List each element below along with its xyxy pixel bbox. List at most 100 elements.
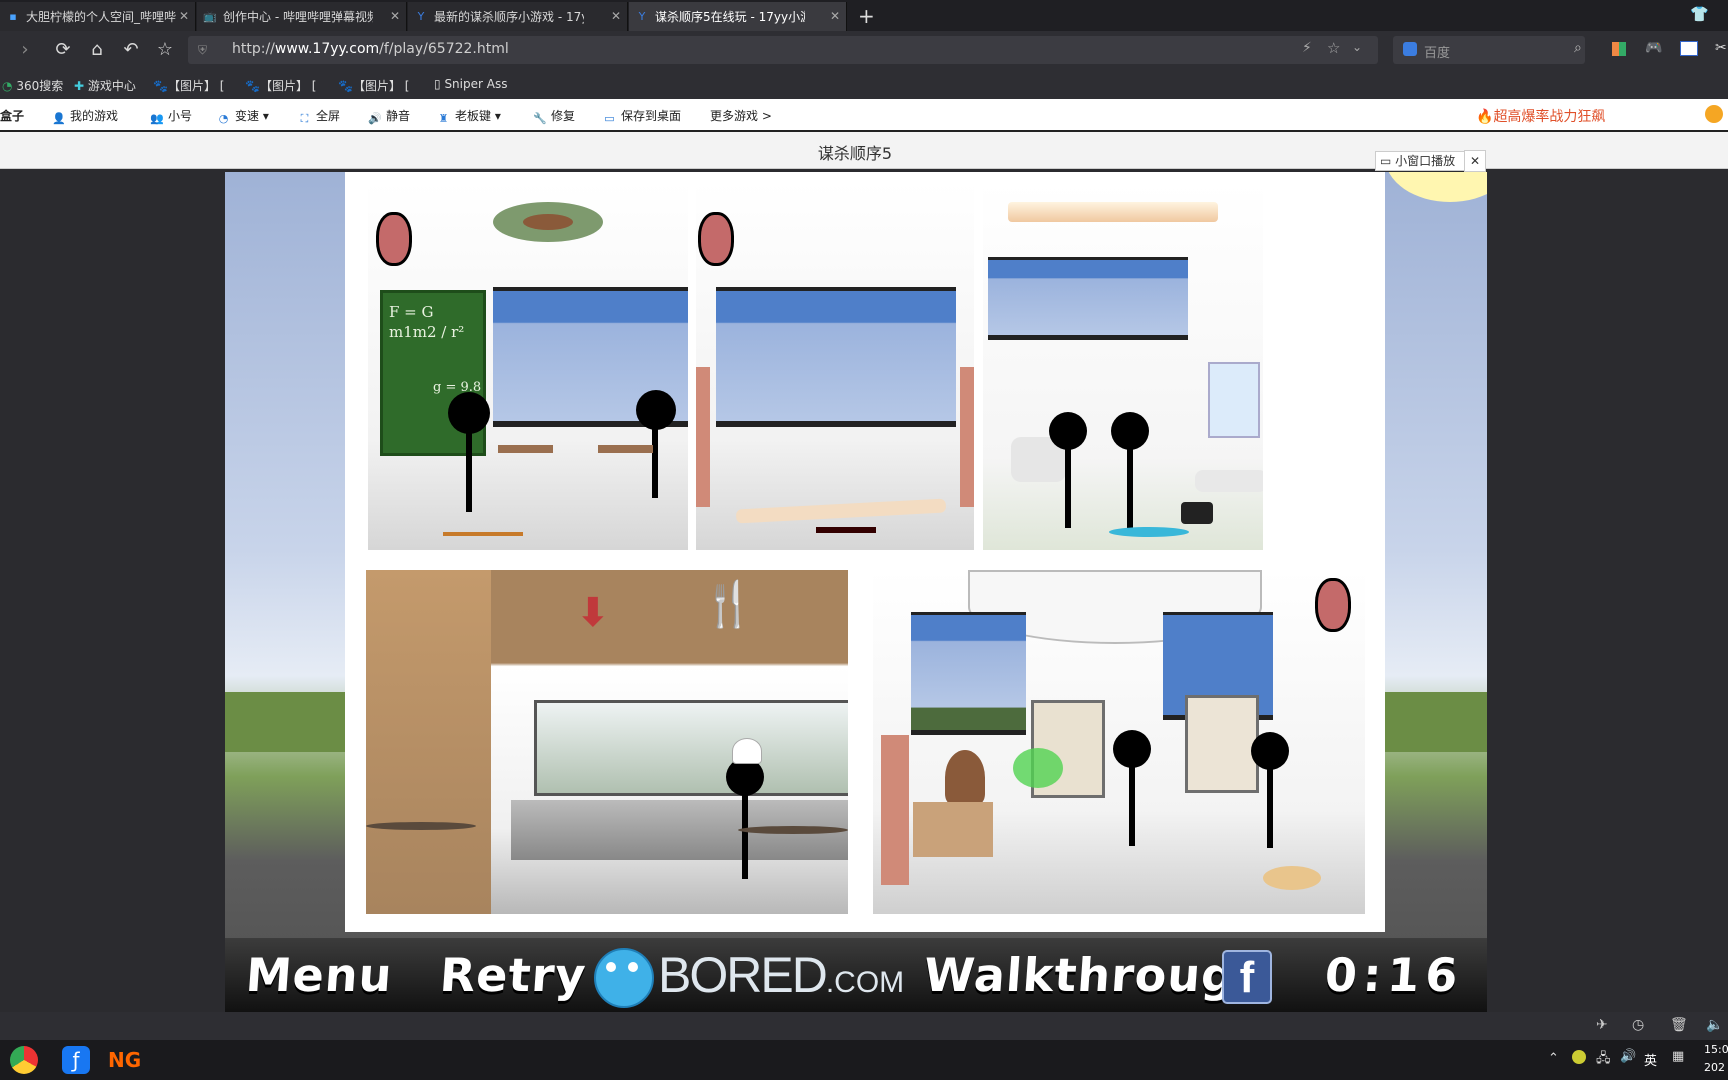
door[interactable] <box>960 367 974 507</box>
bookmark-image-3[interactable]: 🐾【图片】 [ <box>338 77 409 94</box>
trash-icon[interactable]: 🗑 <box>1670 1017 1688 1033</box>
volume-icon[interactable]: 🔈 <box>1706 1017 1723 1033</box>
close-icon[interactable]: ✕ <box>611 9 621 23</box>
broken-plank[interactable] <box>735 498 947 524</box>
mute-button[interactable]: 🔊 静音 <box>368 107 410 125</box>
paint-palette[interactable] <box>1263 866 1321 890</box>
tab-current-game[interactable]: Y 谋杀顺序5在线玩 - 17yy小游 ✕ <box>629 2 847 31</box>
cafe-table[interactable] <box>738 826 848 834</box>
repair-button[interactable]: 🔧 修复 <box>533 107 575 125</box>
home-icon[interactable]: ⌂ <box>86 39 108 61</box>
browser-taskbar-icon[interactable] <box>10 1046 38 1074</box>
network-icon[interactable]: 🖧 <box>1596 1049 1611 1071</box>
building: F = G m1m2 / r² g = 9.8 ⬇ 🍴 <box>345 172 1385 932</box>
boss-key-button[interactable]: ♜ 老板键 ▾ <box>437 107 501 125</box>
close-icon[interactable]: ✕ <box>390 9 400 23</box>
speaker-box[interactable] <box>1181 502 1213 524</box>
chevron-down-icon[interactable]: ⌄ <box>1352 40 1362 54</box>
stickman-student-head[interactable] <box>636 390 676 430</box>
avatar[interactable] <box>1705 105 1723 123</box>
camera-icon <box>376 212 412 266</box>
canvas-painting-portrait[interactable] <box>1185 695 1259 793</box>
tab-latest-games[interactable]: Y 最新的谋杀顺序小游戏 - 17yy ✕ <box>408 2 628 31</box>
gamepad-icon[interactable]: 🎮 <box>1645 40 1662 56</box>
cardboard-box[interactable] <box>913 802 993 857</box>
alt-account-button[interactable]: 👥 小号 <box>150 107 192 125</box>
stickman-artist-head[interactable] <box>1251 732 1289 770</box>
close-icon[interactable]: ✕ <box>1464 150 1486 172</box>
ime-indicator[interactable]: 英 <box>1644 1050 1657 1069</box>
room-bathroom[interactable] <box>983 182 1263 550</box>
bookmark-image-1[interactable]: 🐾【图片】 [ <box>153 77 224 94</box>
bookmark-game-center[interactable]: ✚ 游戏中心 <box>74 77 136 94</box>
menu-button[interactable]: Menu <box>244 948 394 1002</box>
skateboard[interactable] <box>443 532 523 536</box>
stickman-teacher-head[interactable] <box>448 392 490 434</box>
desk[interactable] <box>498 445 553 453</box>
search-icon[interactable]: ⌕ <box>1574 40 1582 56</box>
room-classroom-middle[interactable] <box>696 182 974 550</box>
facebook-icon[interactable]: f <box>1222 950 1272 1004</box>
my-games-button[interactable]: 👤 我的游戏 <box>52 107 118 125</box>
bookmark-image-2[interactable]: 🐾【图片】 [ <box>245 77 316 94</box>
save-desktop-button[interactable]: ▭ 保存到桌面 <box>603 107 681 125</box>
tab-label: 最新的谋杀顺序小游戏 - 17yy <box>434 10 584 24</box>
favorite-star-icon[interactable]: ☆ <box>1327 39 1340 57</box>
green-glow <box>1013 748 1063 788</box>
stickman-head[interactable] <box>1049 412 1087 450</box>
chevron-up-icon[interactable]: ⌃ <box>1548 1051 1559 1066</box>
undo-icon[interactable]: ↶ <box>120 39 142 61</box>
promo-link[interactable]: 🔥超高爆率战力狂飙 <box>1476 106 1605 126</box>
close-icon[interactable]: ✕ <box>830 9 840 23</box>
tab-bilibili-space[interactable]: ▪ 大胆柠檬的个人空间_哔哩哔哩 ✕ <box>0 2 196 31</box>
speed-button[interactable]: ◔ 变速 ▾ <box>217 107 269 125</box>
window <box>911 612 1026 735</box>
bookmark-360-search[interactable]: ◔ 360搜索 <box>2 77 63 94</box>
camera-icon <box>1315 578 1351 632</box>
room-classroom-left[interactable]: F = G m1m2 / r² g = 9.8 <box>368 182 688 550</box>
bored-face-icon[interactable] <box>594 948 654 1008</box>
refresh-icon[interactable]: ⟳ <box>52 39 74 61</box>
keyboard-icon[interactable]: ▦ <box>1672 1049 1684 1064</box>
url-text[interactable]: http://www.17yy.com/f/play/65722.html <box>232 41 509 57</box>
flash-taskbar-icon[interactable]: ƒ <box>62 1046 90 1074</box>
room-art-studio[interactable] <box>873 570 1365 914</box>
lightning-icon[interactable]: ⚡ <box>1302 40 1312 56</box>
clock-icon[interactable]: ◷ <box>1632 1017 1644 1033</box>
ceiling-light <box>1008 202 1218 222</box>
tab-creator-center[interactable]: 📺 创作中心 - 哔哩哔哩弹幕视频 ✕ <box>197 2 407 31</box>
blackboard-note: g = 9.8 <box>433 380 482 395</box>
stickman-head[interactable] <box>1111 412 1149 450</box>
speaker-icon[interactable]: 🔊 <box>1620 1049 1636 1064</box>
more-games-link[interactable]: 更多游戏 > <box>710 107 772 124</box>
ng-taskbar-icon[interactable]: NG <box>108 1046 141 1074</box>
apps-icon[interactable] <box>1612 42 1626 56</box>
sink[interactable] <box>1195 470 1263 492</box>
room-cafeteria[interactable]: ⬇ 🍴 <box>366 570 848 914</box>
new-tab-button[interactable]: + <box>858 4 875 28</box>
desk[interactable] <box>598 445 653 453</box>
food-counter[interactable] <box>534 700 848 796</box>
door[interactable] <box>881 735 909 885</box>
door[interactable] <box>696 367 710 507</box>
forward-icon[interactable]: › <box>14 39 36 61</box>
game-canvas[interactable]: F = G m1m2 / r² g = 9.8 ⬇ 🍴 <box>225 172 1487 1012</box>
retry-button[interactable]: Retry <box>438 948 588 1002</box>
rocket-icon[interactable]: ✈ <box>1596 1017 1608 1033</box>
cafe-table[interactable] <box>366 822 476 830</box>
security-icon[interactable]: ⛨ <box>198 43 207 58</box>
search-input[interactable] <box>1393 36 1585 64</box>
bookmark-sniper[interactable]: ▯ Sniper Ass <box>434 77 507 91</box>
bored-logo[interactable]: BORED.COM <box>658 946 904 1004</box>
walkthrough-button[interactable]: Walkthrough <box>922 948 1271 1002</box>
close-icon[interactable]: ✕ <box>179 9 189 23</box>
fullscreen-button[interactable]: ⛶ 全屏 <box>298 107 340 125</box>
window <box>988 257 1188 340</box>
bookmark-star-icon[interactable]: ☆ <box>154 39 176 61</box>
vase[interactable] <box>945 750 985 805</box>
scissors-icon[interactable]: ✂ <box>1715 40 1727 56</box>
stickman-artist-head[interactable] <box>1113 730 1151 768</box>
tray-app-icon[interactable] <box>1572 1050 1586 1064</box>
screen-icon[interactable] <box>1680 41 1698 56</box>
shirt-icon[interactable]: 👕 <box>1690 5 1709 23</box>
